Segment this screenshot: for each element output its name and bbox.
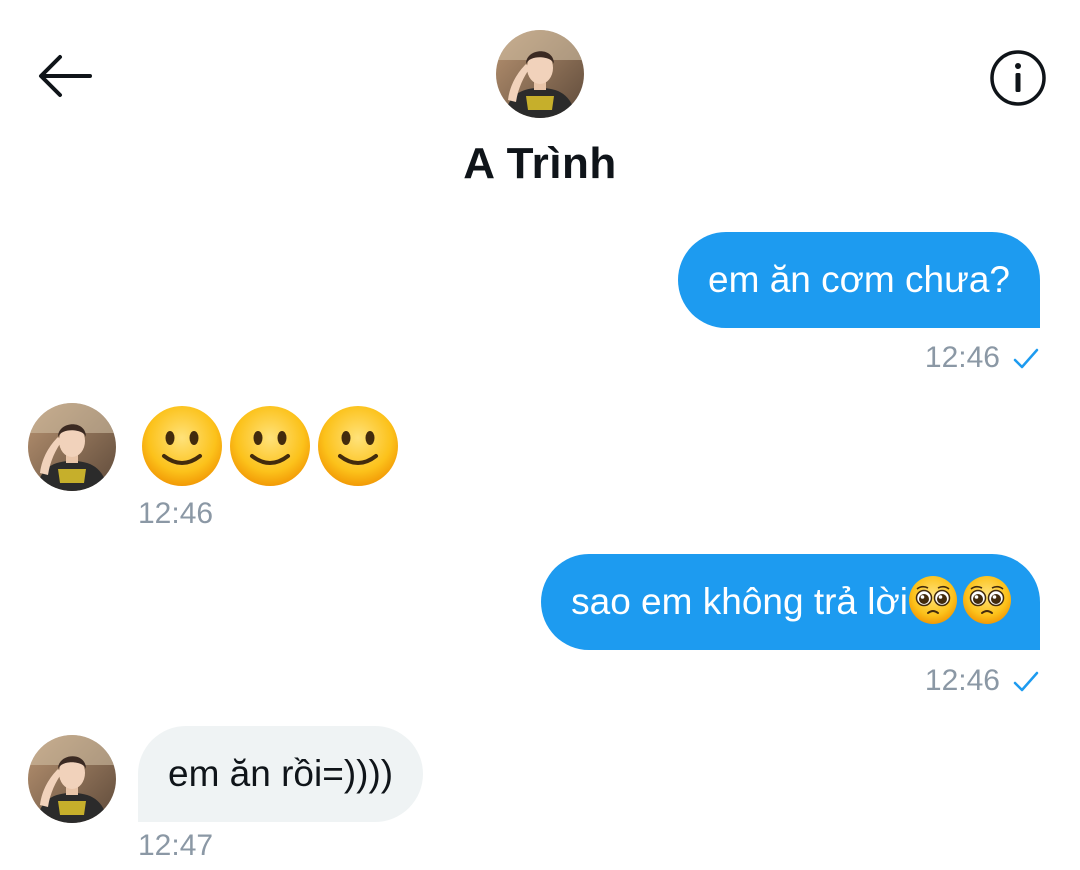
slightly-smiling-face-icon xyxy=(228,404,312,488)
message-timestamp: 12:46 xyxy=(924,341,1000,374)
pleading-face-icon xyxy=(962,575,1012,625)
message-text: em ăn cơm chưa? xyxy=(708,259,1010,300)
conversation-info-button[interactable] xyxy=(988,50,1048,110)
message-text: em ăn rồi=)))) xyxy=(168,753,394,794)
slightly-smiling-face-icon xyxy=(316,404,400,488)
slightly-smiling-face-icon xyxy=(140,404,224,488)
incoming-emoji-message[interactable] xyxy=(140,404,404,490)
contact-name[interactable]: A Trình xyxy=(340,136,740,192)
sender-avatar[interactable] xyxy=(28,403,116,491)
avatar-photo xyxy=(28,403,116,491)
info-icon xyxy=(990,50,1046,106)
pleading-face-icon xyxy=(908,575,958,625)
message-text: sao em không trả lời xyxy=(571,581,908,622)
arrow-left-icon xyxy=(39,55,92,97)
check-icon xyxy=(1013,348,1039,369)
sender-avatar[interactable] xyxy=(28,735,116,823)
avatar-photo xyxy=(496,30,584,118)
check-icon xyxy=(1013,671,1039,692)
message-status: 12:46 xyxy=(740,663,1040,699)
back-button[interactable] xyxy=(30,46,96,106)
incoming-message-bubble[interactable]: em ăn rồi=)))) xyxy=(138,726,424,822)
message-timestamp: 12:47 xyxy=(138,829,214,862)
message-timestamp: 12:46 xyxy=(138,497,214,530)
outgoing-message-bubble[interactable]: em ăn cơm chưa? xyxy=(678,232,1040,328)
message-timestamp: 12:46 xyxy=(924,664,1000,697)
header-avatar[interactable] xyxy=(496,30,584,118)
outgoing-message-bubble[interactable]: sao em không trả lời xyxy=(541,554,1040,650)
message-status: 12:46 xyxy=(740,340,1040,376)
avatar-photo xyxy=(28,735,116,823)
